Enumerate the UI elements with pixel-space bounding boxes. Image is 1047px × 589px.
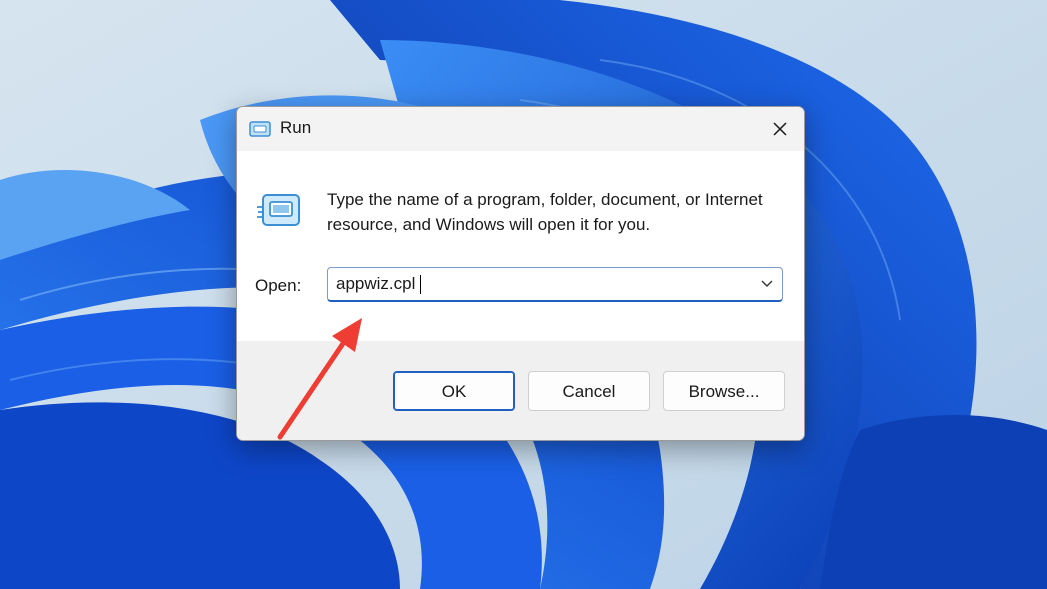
run-dialog: Run Type the name of a program, folder, … (236, 106, 805, 441)
close-button[interactable] (756, 107, 804, 151)
title-bar[interactable]: Run (237, 107, 804, 151)
cancel-button[interactable]: Cancel (528, 371, 650, 411)
open-combobox[interactable] (327, 267, 783, 302)
run-app-icon (257, 194, 300, 226)
run-app-icon (249, 121, 271, 137)
open-dropdown-button[interactable] (756, 272, 778, 296)
close-icon (773, 122, 787, 136)
text-caret (420, 275, 421, 294)
dialog-title: Run (280, 118, 312, 137)
chevron-down-icon (761, 280, 773, 287)
dialog-footer: OK Cancel Browse... (237, 341, 804, 440)
browse-button[interactable]: Browse... (663, 371, 785, 411)
open-label: Open: (255, 276, 302, 295)
dialog-content: Type the name of a program, folder, docu… (237, 151, 804, 341)
dialog-description: Type the name of a program, folder, docu… (327, 190, 763, 234)
ok-button[interactable]: OK (393, 371, 515, 411)
open-input[interactable] (336, 272, 746, 296)
